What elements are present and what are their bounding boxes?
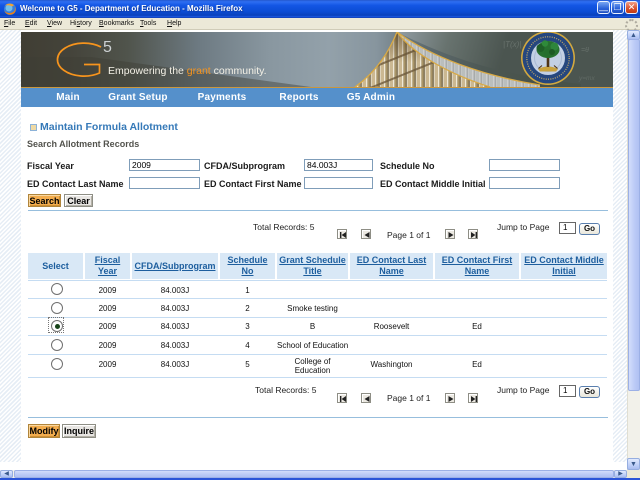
svg-text:Empowering the grant community: Empowering the grant community.	[108, 65, 267, 77]
svg-text:5: 5	[103, 39, 112, 56]
svg-text:y=mx: y=mx	[578, 75, 595, 82]
svg-text:=θ: =θ	[581, 47, 589, 54]
